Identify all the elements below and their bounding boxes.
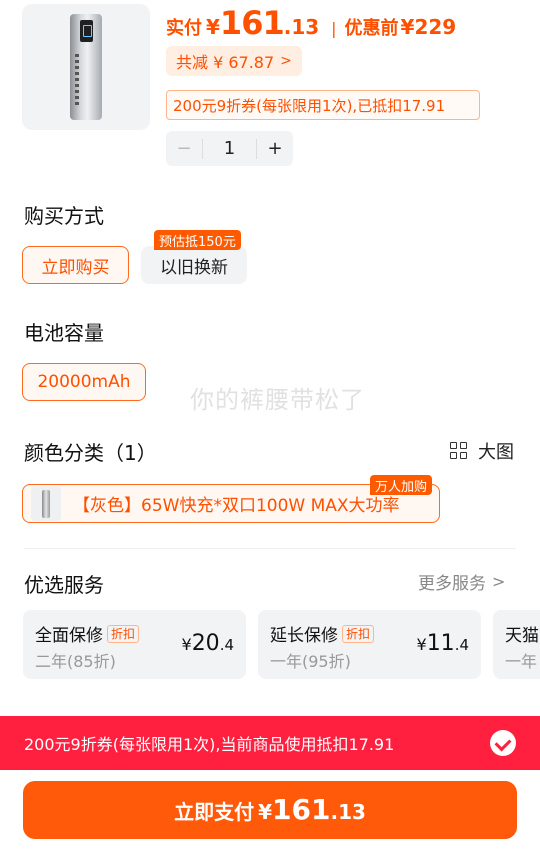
pay-now-label: 立即支付	[174, 800, 255, 824]
product-thumbnail[interactable]	[22, 4, 150, 130]
service-price: ¥20.4	[181, 631, 235, 656]
service-name: 全面保修	[35, 626, 103, 646]
discount-tag: 折扣	[342, 624, 375, 643]
actual-price-integer: 161	[219, 4, 285, 42]
applied-coupon-tag: 200元9折券(每张限用1次),已抵扣17.91	[166, 90, 480, 120]
color-category-title: 颜色分类（1）	[24, 441, 157, 465]
option-trade-in-label: 以旧换新	[160, 257, 228, 278]
option-trade-in[interactable]: 以旧换新	[141, 246, 247, 284]
watermark-text: 你的裤腰带松了	[190, 386, 365, 414]
before-discount-price: ¥229	[400, 15, 457, 39]
option-20000mah[interactable]: 20000mAh	[22, 363, 146, 401]
discount-tag: 折扣	[107, 624, 140, 643]
check-circle-icon[interactable]	[490, 730, 516, 756]
quantity-value[interactable]: 1	[202, 138, 257, 159]
service-price: ¥11.4	[416, 631, 470, 656]
grid-icon	[450, 442, 468, 460]
more-services-label: 更多服务	[418, 574, 486, 594]
power-bank-image	[70, 14, 102, 120]
more-services-link[interactable]: 更多服务 >	[418, 569, 505, 594]
before-discount-label: 优惠前	[344, 18, 399, 39]
price-separator: |	[331, 19, 337, 38]
actual-price-decimal: .13	[283, 15, 320, 39]
service-term: 一年(95折)	[270, 652, 351, 671]
purchase-method-title: 购买方式	[24, 204, 104, 228]
pay-now-button[interactable]: 立即支付 ¥ 161 .13	[23, 781, 517, 839]
large-image-label: 大图	[478, 442, 514, 463]
coupon-bar-text: 200元9折券(每张限用1次),当前商品使用抵扣17.91	[24, 735, 395, 754]
chevron-right-icon: >	[492, 572, 506, 591]
applied-coupon-text: 200元9折券(每张限用1次),已抵扣17.91	[173, 96, 446, 115]
color-option-thumbnail	[31, 486, 61, 521]
service-term: 一年	[505, 652, 538, 671]
total-reduction-text: 共减 ¥ 67.87	[176, 53, 275, 72]
price-row: 实付 ¥ 161 .13 | 优惠前 ¥229	[166, 4, 456, 42]
service-name: 延长保修	[270, 626, 338, 646]
pay-currency: ¥	[258, 800, 273, 824]
coupon-bar[interactable]: 200元9折券(每张限用1次),当前商品使用抵扣17.91	[0, 716, 540, 770]
currency-symbol: ¥	[206, 15, 220, 39]
increase-quantity-button[interactable]: +	[257, 138, 293, 159]
option-color-gray-label: 【灰色】65W快充*双口100W MAX大功率	[73, 496, 400, 516]
total-reduction-tag[interactable]: 共减 ¥ 67.87 >	[166, 46, 302, 76]
services-title: 优选服务	[24, 573, 104, 597]
battery-capacity-title: 电池容量	[24, 321, 104, 345]
actual-price-label: 实付	[166, 18, 202, 39]
service-card-full-warranty[interactable]: 全面保修 折扣 二年(85折) ¥20.4	[23, 610, 246, 679]
section-divider	[24, 548, 516, 549]
decrease-quantity-button[interactable]: −	[166, 138, 202, 159]
large-image-toggle[interactable]: 大图	[450, 438, 514, 464]
quantity-stepper: − 1 +	[166, 131, 293, 166]
service-term: 二年(85折)	[35, 652, 116, 671]
pay-price-decimal: .13	[330, 800, 366, 824]
pay-price-integer: 161	[272, 793, 331, 826]
trade-in-estimate-badge: 预估抵150元	[154, 230, 241, 250]
service-card-tmall[interactable]: 天猫 一年	[493, 610, 540, 679]
chevron-right-icon: >	[280, 53, 292, 69]
service-name: 天猫	[505, 626, 539, 646]
option-20000mah-label: 20000mAh	[37, 372, 131, 392]
option-buy-now-label: 立即购买	[41, 257, 110, 278]
popular-badge: 万人加购	[370, 475, 433, 495]
option-buy-now[interactable]: 立即购买	[22, 246, 129, 284]
service-card-extended-warranty[interactable]: 延长保修 折扣 一年(95折) ¥11.4	[258, 610, 481, 679]
